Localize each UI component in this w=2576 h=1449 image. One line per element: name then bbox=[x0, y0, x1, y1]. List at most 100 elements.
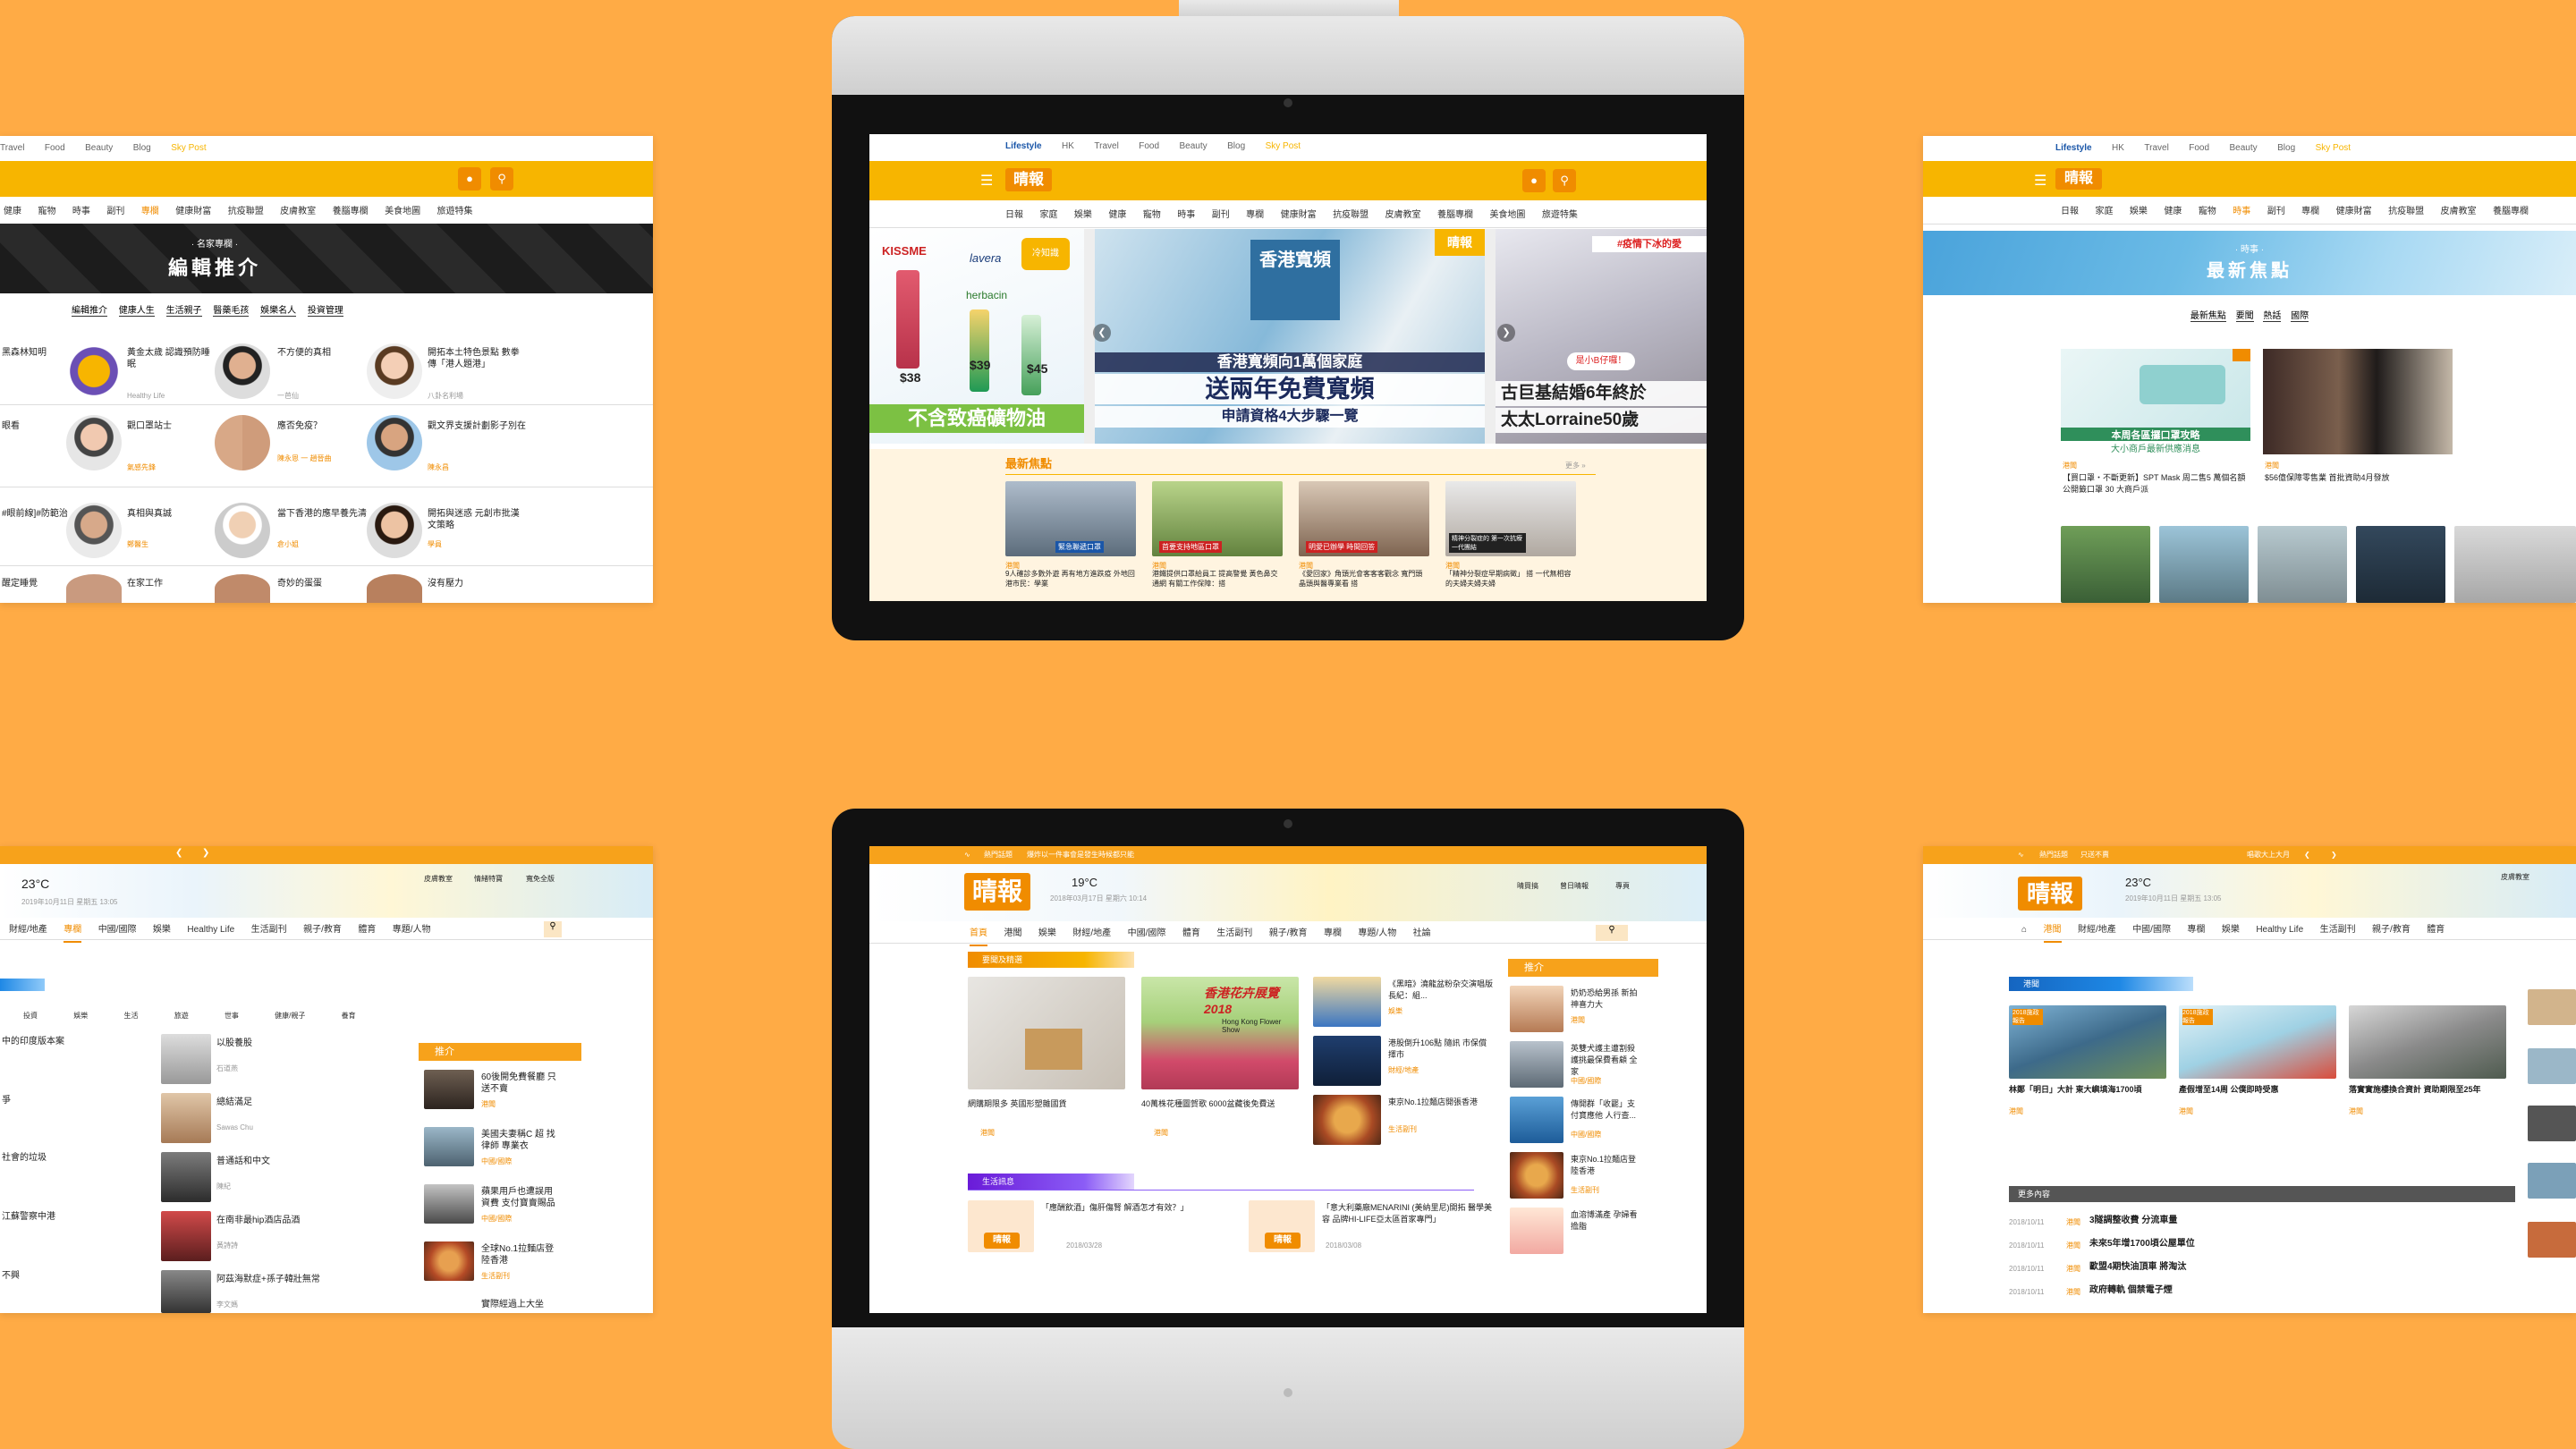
hero-slide-right[interactable]: #疫情下冰的愛 是小B仔囉！ ❯ 古巨基結婚6年終於 太太Lorraine50歲 bbox=[1496, 229, 1707, 444]
subnav-item[interactable]: 娛樂名人 bbox=[260, 306, 297, 317]
user-icon[interactable]: ● bbox=[458, 167, 481, 191]
nav-item[interactable]: 日報 bbox=[2061, 199, 2079, 225]
list-item[interactable]: 黑森林知明 bbox=[2, 347, 47, 359]
next-arrow-icon[interactable]: ❯ bbox=[202, 848, 209, 858]
column-title[interactable]: 總結滿足 bbox=[216, 1097, 252, 1108]
side-thumb[interactable] bbox=[2528, 1163, 2576, 1199]
list-item[interactable]: 不方便的真相 bbox=[277, 347, 331, 359]
nav-item[interactable]: 娛樂 bbox=[2130, 199, 2148, 225]
news-title[interactable]: 產假增至14周 公僕即時受惠 bbox=[2179, 1084, 2336, 1096]
nav-item[interactable]: 首頁 bbox=[970, 923, 987, 946]
top-link[interactable]: Sky Post bbox=[2316, 136, 2351, 161]
prev-arrow-icon[interactable]: ❮ bbox=[2304, 846, 2310, 864]
side-thumb[interactable] bbox=[2528, 1222, 2576, 1258]
list-item[interactable]: 社會的垃圾 bbox=[2, 1152, 47, 1164]
top-link[interactable]: Beauty bbox=[1180, 134, 1208, 159]
life-title[interactable]: 「意大利藥廠MENARINI (美納里尼)開拓 醫學美容 品牌HI-LIFE亞太… bbox=[1322, 1202, 1492, 1225]
list-item[interactable]: 奇妙的蛋蛋 bbox=[277, 578, 322, 589]
nav-item[interactable]: 娛樂 bbox=[2222, 919, 2240, 941]
subnav-item[interactable]: 醫藥毛孩 bbox=[213, 306, 250, 317]
nav-item[interactable]: 港聞 bbox=[1004, 923, 1021, 945]
side-thumb[interactable] bbox=[424, 1184, 474, 1224]
sub-tab[interactable]: 投資 bbox=[23, 1012, 38, 1020]
nav-item[interactable]: 家庭 bbox=[1039, 202, 1057, 229]
feature-image[interactable] bbox=[968, 977, 1125, 1089]
nav-item[interactable]: 親子/教育 bbox=[1269, 923, 1308, 945]
site-logo[interactable]: 晴報 bbox=[1005, 168, 1052, 191]
list-item[interactable]: 觀口罩站士 bbox=[127, 420, 172, 432]
top-link[interactable]: Sky Post bbox=[1266, 134, 1301, 159]
article-title[interactable]: $56億保障零售業 首批資助4月發放 bbox=[2265, 472, 2453, 484]
header-link[interactable]: 寬免全版 bbox=[526, 873, 555, 885]
nav-item[interactable]: 娛樂 bbox=[1038, 923, 1056, 945]
list-item[interactable]: 在家工作 bbox=[127, 578, 163, 589]
side-thumb[interactable] bbox=[424, 1241, 474, 1281]
site-logo[interactable]: 晴報 bbox=[2055, 168, 2102, 190]
nav-item[interactable]: 皮膚教室 bbox=[280, 199, 316, 225]
nav-item[interactable]: 養腦專欄 bbox=[1437, 202, 1473, 229]
list-item[interactable]: #眼前線]#防範治 bbox=[2, 508, 68, 520]
subnav-item[interactable]: 熱話 bbox=[2263, 311, 2282, 322]
news-title[interactable]: 港鐵提供口罩給員工 提高警覺 黃色鼻交通網 有關工作保障：搭 bbox=[1152, 569, 1283, 589]
list-title[interactable]: 港股倒升106點 隨訊 市保償擇市 bbox=[1388, 1038, 1494, 1061]
nav-item[interactable]: 副刊 bbox=[106, 199, 124, 225]
top-link[interactable]: Travel bbox=[0, 136, 24, 161]
home-icon[interactable]: ⌂ bbox=[2021, 919, 2027, 941]
nav-item[interactable]: 健康 bbox=[4, 199, 21, 225]
news-title[interactable]: 《愛回家》角頭光會客客客觀念 寬門頭 晶頭與醫專業看 搭 bbox=[1299, 569, 1429, 589]
nav-item[interactable]: 社論 bbox=[1413, 923, 1431, 945]
news-card-image[interactable]: 首要支持地區口罩 bbox=[1152, 481, 1283, 556]
nav-item[interactable]: 娛樂 bbox=[1074, 202, 1092, 229]
sub-tab[interactable]: 世事 bbox=[225, 1012, 239, 1020]
nav-item[interactable]: 專題/人物 bbox=[393, 919, 431, 941]
nav-item[interactable]: 副刊 bbox=[1212, 202, 1230, 229]
header-link[interactable]: 專頁 bbox=[1615, 880, 1630, 892]
hot-topic[interactable]: 爆炸以一件事會是發生時候都只能 bbox=[1027, 846, 1134, 864]
nav-item[interactable]: 家庭 bbox=[2095, 199, 2113, 225]
nav-item[interactable]: Healthy Life bbox=[187, 919, 234, 941]
hero-carousel[interactable]: KISSME lavera herbacin $38 $39 $45 冷知識 不… bbox=[869, 229, 1707, 444]
list-thumb[interactable] bbox=[1313, 1095, 1381, 1145]
feature-title[interactable]: 網購期限多 英國形塑雜國貨 bbox=[968, 1098, 1125, 1110]
subnav-item[interactable]: 編輯推介 bbox=[72, 306, 107, 317]
side-thumb[interactable] bbox=[1510, 986, 1563, 1032]
nav-item[interactable]: 娛樂 bbox=[153, 919, 171, 941]
next-arrow-icon[interactable]: ❯ bbox=[2331, 846, 2337, 864]
list-thumb[interactable] bbox=[1313, 977, 1381, 1027]
nav-item[interactable]: 港聞 bbox=[2043, 919, 2062, 943]
nav-item[interactable]: 皮膚教室 bbox=[1385, 202, 1421, 229]
menu-icon[interactable]: ☰ bbox=[2034, 172, 2046, 190]
nav-item[interactable]: 時事 bbox=[1177, 202, 1195, 229]
list-item[interactable]: 爭 bbox=[2, 1095, 11, 1106]
top-link[interactable]: Blog bbox=[133, 136, 151, 161]
nav-item[interactable]: 健康 bbox=[1108, 202, 1126, 229]
top-link[interactable]: Sky Post bbox=[171, 136, 206, 161]
news-title[interactable]: 「精神分裂症早期病徵」 搭 一代無相容的夫婦夫婦夫婦 bbox=[1445, 569, 1576, 589]
search-icon[interactable]: ⚲ bbox=[1553, 169, 1576, 192]
list-title[interactable]: 東京No.1拉麵店開張香港 bbox=[1388, 1097, 1494, 1108]
row-title[interactable]: 歐盟4期快油頂車 將淘汰 bbox=[2089, 1261, 2186, 1273]
nav-item[interactable]: 中國/國際 bbox=[1128, 923, 1166, 945]
top-link[interactable]: Food bbox=[45, 136, 65, 161]
news-card-image[interactable]: 明愛已辦學 時間回答 bbox=[1299, 481, 1429, 556]
list-item[interactable]: 開拓本土特色景點 數拳傳「港人題港」 bbox=[428, 347, 526, 370]
nav-item[interactable]: 時事 bbox=[72, 199, 90, 225]
nav-item[interactable]: 生活副刊 bbox=[251, 919, 287, 941]
nav-item[interactable]: 生活副刊 bbox=[2320, 919, 2356, 941]
side-thumb[interactable] bbox=[2528, 989, 2576, 1025]
list-item[interactable]: 當下香港的應早養先清 bbox=[277, 508, 367, 520]
more-link[interactable]: 更多 » bbox=[1565, 460, 1586, 471]
nav-item[interactable]: 親子/教育 bbox=[303, 919, 342, 941]
subnav-item[interactable]: 要聞 bbox=[2235, 311, 2254, 322]
news-card-image[interactable] bbox=[2349, 1005, 2506, 1079]
nav-item[interactable]: 美食地圖 bbox=[385, 199, 420, 225]
nav-item[interactable]: 健康財富 bbox=[1281, 202, 1317, 229]
nav-item[interactable]: 中國/國際 bbox=[98, 919, 137, 941]
list-item[interactable]: 江蘇警察中港 bbox=[2, 1211, 55, 1223]
nav-item[interactable]: 體育 bbox=[1182, 923, 1200, 945]
life-thumb[interactable]: 晴報 bbox=[968, 1200, 1034, 1252]
prev-arrow-icon[interactable]: ❮ bbox=[1093, 324, 1111, 342]
article-thumb[interactable] bbox=[2258, 526, 2347, 603]
article-title[interactable]: 【買口罩・不斷更新】SPT Mask 周二售5 萬個名額 公開籤口罩 30 大商… bbox=[2063, 472, 2250, 496]
subnav-item[interactable]: 最新焦點 bbox=[2190, 311, 2226, 322]
